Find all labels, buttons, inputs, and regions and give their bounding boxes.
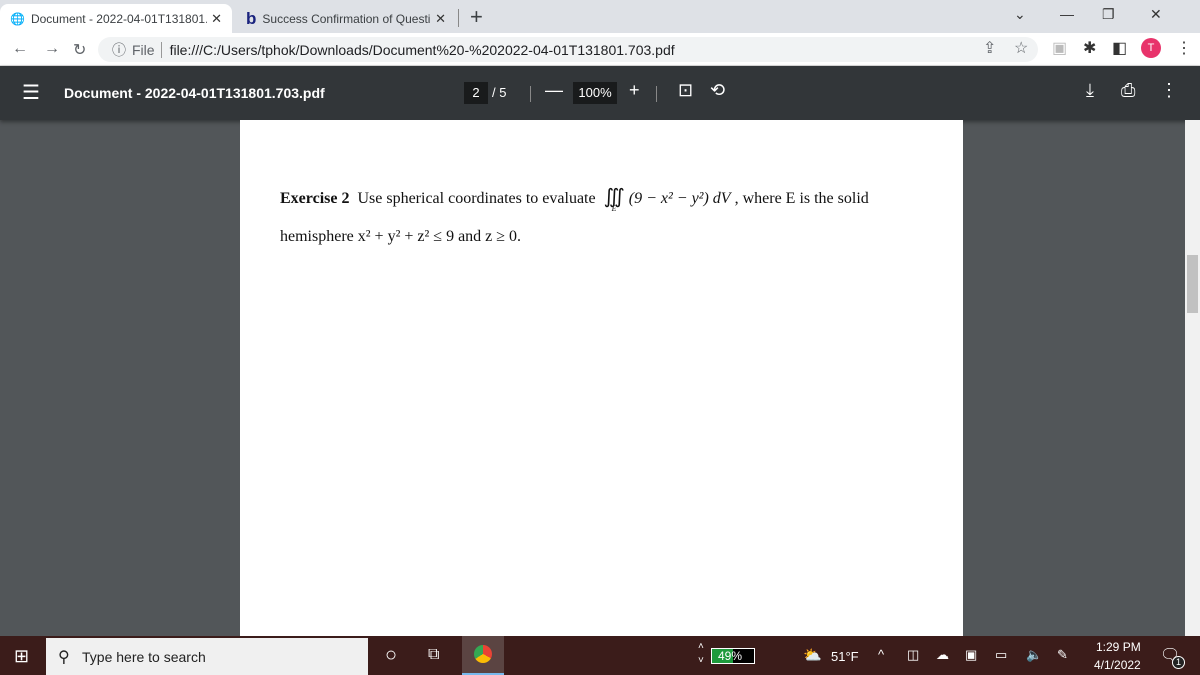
search-icon: ⚲ bbox=[58, 648, 70, 666]
show-hidden-icons-icon[interactable]: ^ bbox=[878, 647, 884, 662]
exercise-line-1: Exercise 2 Use spherical coordinates to … bbox=[280, 184, 869, 213]
integral-region: E bbox=[611, 204, 617, 213]
back-button[interactable]: ← bbox=[12, 40, 28, 58]
cortana-icon[interactable]: ○ bbox=[385, 644, 397, 667]
reload-button[interactable]: ↻ bbox=[73, 40, 86, 60]
weather-temp[interactable]: 51°F bbox=[831, 649, 859, 664]
bartleby-b-icon: b bbox=[246, 8, 257, 28]
info-icon[interactable]: ⓘ bbox=[112, 40, 126, 60]
exercise-text-tail: , where E is the solid bbox=[734, 190, 869, 207]
differential: dV bbox=[712, 190, 731, 207]
divider bbox=[530, 86, 531, 102]
tab-separator bbox=[458, 9, 459, 27]
page-number-input[interactable]: 2 bbox=[464, 82, 488, 104]
tab-search-icon[interactable]: ⌄ bbox=[1014, 6, 1026, 23]
windows-taskbar: ⊞ ⚲ Type here to search ○ ⧉ ˄ ˅ 49% ⛅ 51°… bbox=[0, 636, 1200, 675]
tab-title: Document - 2022-04-01T131801.703.pdf bbox=[30, 11, 208, 26]
windows-start-icon[interactable]: ⊞ bbox=[14, 646, 29, 667]
zoom-level-input[interactable]: 100% bbox=[573, 82, 617, 104]
taskbar-search-box[interactable]: ⚲ Type here to search bbox=[46, 638, 368, 675]
battery-percent: 49% bbox=[718, 649, 743, 663]
volume-icon[interactable]: 🔈 bbox=[1026, 647, 1042, 663]
forward-button[interactable]: → bbox=[44, 40, 60, 58]
print-icon[interactable]: ⎙ bbox=[1121, 80, 1135, 101]
url-divider bbox=[160, 41, 162, 58]
minimize-button[interactable]: — bbox=[1060, 6, 1074, 22]
zoom-out-button[interactable]: — bbox=[545, 80, 563, 101]
integrand: (9 − x² − y²) bbox=[628, 190, 709, 207]
pen-icon[interactable]: ✎ bbox=[1057, 647, 1068, 663]
zoom-in-button[interactable]: + bbox=[629, 80, 640, 101]
extensions-puzzle-icon[interactable]: ✱ bbox=[1083, 38, 1096, 58]
battery-indicator: 49% bbox=[711, 648, 755, 664]
pdf-title: Document - 2022-04-01T131801.703.pdf bbox=[64, 85, 325, 101]
power-icon[interactable]: ▭ bbox=[995, 647, 1007, 663]
new-tab-button[interactable]: + bbox=[470, 4, 483, 30]
pdf-toolbar: ☰ Document - 2022-04-01T131801.703.pdf 2… bbox=[0, 66, 1200, 120]
download-icon[interactable]: ⤓ bbox=[1086, 80, 1094, 101]
restore-button[interactable]: ❐ bbox=[1102, 6, 1115, 23]
search-placeholder: Type here to search bbox=[82, 648, 206, 665]
onedrive-icon[interactable]: ☁ bbox=[936, 647, 949, 663]
hamburger-menu-icon[interactable]: ☰ bbox=[22, 80, 40, 105]
meet-now-icon[interactable]: ◫ bbox=[907, 647, 919, 663]
exercise-line-2: hemisphere x² + y² + z² ≤ 9 and z ≥ 0. bbox=[280, 228, 522, 245]
exercise-text: Use spherical coordinates to evaluate bbox=[357, 190, 596, 207]
clock-date[interactable]: 4/1/2022 bbox=[1094, 658, 1141, 672]
tab-success-confirmation[interactable]: b Success Confirmation of Question ✕ bbox=[236, 4, 456, 33]
tab-document[interactable]: 🌐 Document - 2022-04-01T131801.703.pdf ✕ bbox=[0, 4, 232, 33]
url-scheme-label: File bbox=[132, 41, 155, 58]
scrollbar-thumb[interactable] bbox=[1187, 255, 1198, 313]
rotate-icon[interactable]: ⟲ bbox=[710, 80, 725, 101]
display-icon[interactable]: ▣ bbox=[965, 647, 977, 663]
exercise-label: Exercise 2 bbox=[280, 190, 350, 207]
address-bar[interactable]: ⓘ File file:///C:/Users/tphok/Downloads/… bbox=[98, 37, 1038, 62]
url-text[interactable]: file:///C:/Users/tphok/Downloads/Documen… bbox=[170, 42, 675, 58]
close-tab-icon[interactable]: ✕ bbox=[211, 11, 222, 27]
vertical-scrollbar[interactable] bbox=[1185, 120, 1200, 636]
share-icon[interactable]: ⇪ bbox=[983, 38, 996, 58]
total-pages: / 5 bbox=[492, 85, 507, 100]
pdf-more-icon[interactable]: ⋮ bbox=[1160, 80, 1178, 101]
tab-strip: 🌐 Document - 2022-04-01T131801.703.pdf ✕… bbox=[0, 0, 1200, 33]
clock-time[interactable]: 1:29 PM bbox=[1096, 640, 1141, 654]
taskbar-scroll-icon[interactable]: ˄ ˅ bbox=[698, 640, 704, 668]
tab-title: Success Confirmation of Question bbox=[262, 11, 432, 26]
fit-page-icon[interactable]: ⊡ bbox=[678, 80, 693, 101]
extension-icon[interactable]: ▣ bbox=[1052, 38, 1067, 58]
profile-avatar[interactable]: T bbox=[1141, 38, 1161, 58]
globe-icon: 🌐 bbox=[10, 11, 25, 26]
side-panel-icon[interactable]: ◧ bbox=[1112, 38, 1127, 58]
pdf-page: Exercise 2 Use spherical coordinates to … bbox=[240, 120, 963, 636]
chrome-menu-icon[interactable]: ⋮ bbox=[1176, 38, 1192, 58]
notification-count: 1 bbox=[1172, 656, 1185, 669]
weather-cloud-sun-icon[interactable]: ⛅ bbox=[803, 646, 822, 664]
close-window-button[interactable]: ✕ bbox=[1150, 6, 1162, 23]
task-view-icon[interactable]: ⧉ bbox=[428, 646, 439, 664]
divider bbox=[656, 86, 657, 102]
chrome-taskbar-icon[interactable] bbox=[462, 636, 504, 675]
close-tab-icon[interactable]: ✕ bbox=[435, 11, 446, 27]
bookmark-star-icon[interactable]: ☆ bbox=[1014, 38, 1028, 58]
